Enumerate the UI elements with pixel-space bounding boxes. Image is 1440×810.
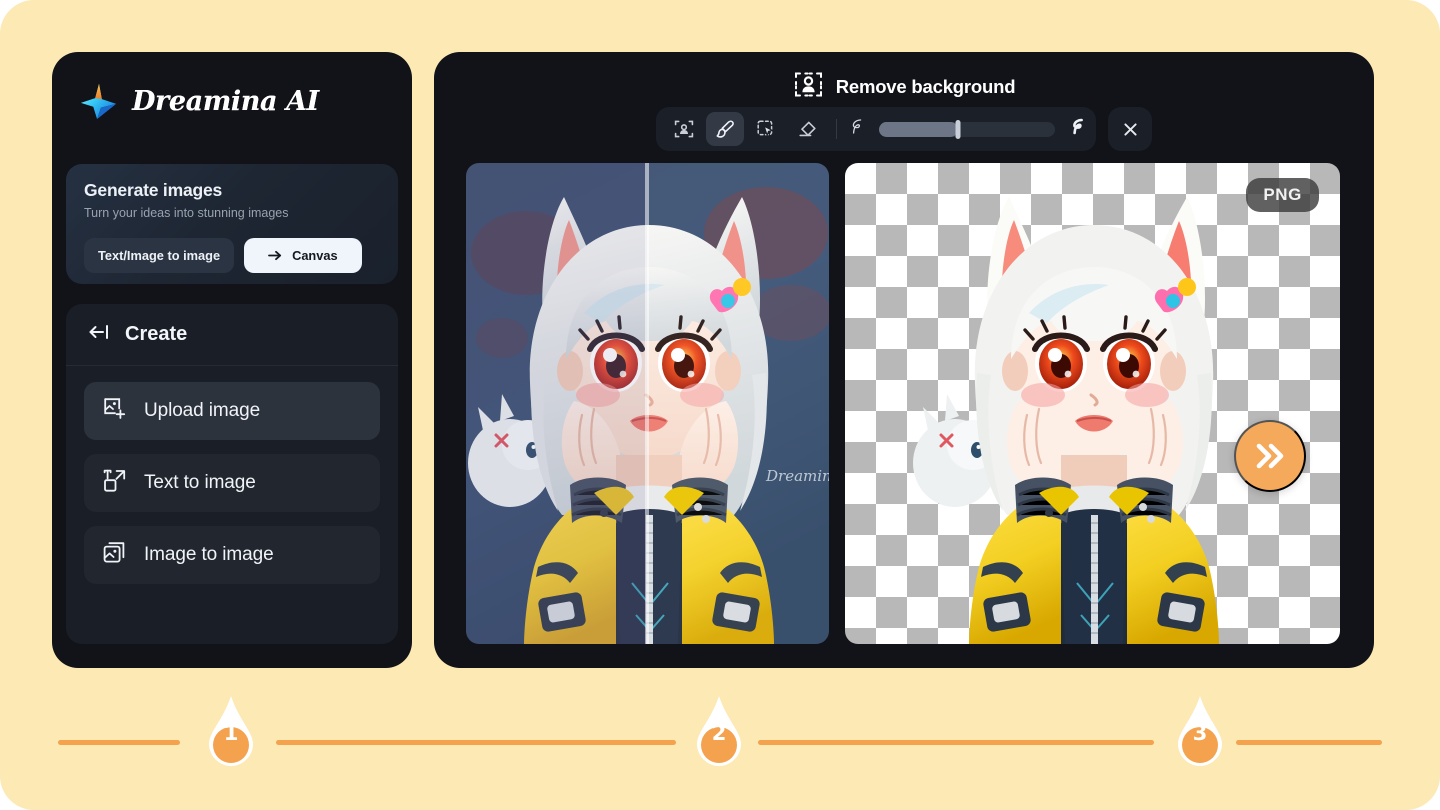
dashed-cursor-icon xyxy=(757,120,773,136)
text-image-to-image-button[interactable]: Text/Image to image xyxy=(84,238,235,273)
back-to-bar-icon[interactable] xyxy=(88,323,111,346)
eraser-icon xyxy=(798,121,816,136)
editor-title: Remove background xyxy=(835,76,1016,97)
text-to-image-icon xyxy=(102,468,127,498)
thick-stroke-icon xyxy=(1068,117,1087,141)
create-option-upload-image[interactable]: Upload image xyxy=(84,382,380,440)
create-option-label: Text to image xyxy=(144,472,256,493)
create-option-text-to-image[interactable]: Text to image xyxy=(84,454,380,512)
step-marker-2[interactable]: 2 xyxy=(691,694,747,774)
before-after-preview[interactable]: Dreamina xyxy=(466,163,829,644)
create-option-image-to-image[interactable]: Image to image xyxy=(84,526,380,584)
sidebar: Dreamina AI Generate images Turn your id… xyxy=(52,52,412,668)
editor-panel: Remove background Dreami PNG xyxy=(434,52,1374,668)
brand-logo[interactable]: Dreamina AI xyxy=(78,80,319,122)
step-number: 2 xyxy=(711,721,727,745)
transfer-to-result-button[interactable] xyxy=(1234,420,1306,492)
step-connector-line xyxy=(758,740,1154,745)
create-option-label: Image to image xyxy=(144,544,274,565)
brush-size-fill xyxy=(879,121,959,137)
magic-select-tool[interactable] xyxy=(747,112,785,146)
close-button[interactable] xyxy=(1108,107,1152,151)
person-in-selection-icon xyxy=(793,69,824,105)
auto-subject-select-tool[interactable] xyxy=(665,112,703,146)
step-progress: 1 2 3 xyxy=(0,694,1440,794)
step-number: 1 xyxy=(223,721,239,745)
step-number: 3 xyxy=(1192,721,1208,745)
brush-tool[interactable] xyxy=(706,112,744,146)
canvas-button-label: Canvas xyxy=(292,248,338,263)
svg-text:Dreamina: Dreamina xyxy=(765,467,829,485)
double-chevron-right-icon xyxy=(1256,443,1284,469)
create-panel-title: Create xyxy=(125,323,188,345)
create-options-list: Upload image Text to image Image to imag… xyxy=(66,366,398,584)
editor-toolbar-row xyxy=(434,107,1374,151)
create-option-label: Upload image xyxy=(144,400,261,421)
editor-header: Remove background xyxy=(434,69,1374,105)
editor-toolbar xyxy=(656,107,1096,151)
sparkle-star-icon xyxy=(78,80,120,122)
generate-card-actions: Text/Image to image Canvas xyxy=(84,238,362,273)
thin-stroke-icon xyxy=(847,117,866,141)
generate-images-card: Generate images Turn your ideas into stu… xyxy=(66,164,398,284)
step-connector-line xyxy=(276,740,676,745)
eraser-tool[interactable] xyxy=(788,112,826,146)
image-stack-icon xyxy=(102,540,127,570)
paintbrush-icon xyxy=(716,119,734,138)
person-in-frame-icon xyxy=(674,120,694,138)
close-x-icon xyxy=(1123,122,1137,136)
brush-size-slider[interactable] xyxy=(879,119,1055,139)
step-marker-1[interactable]: 1 xyxy=(203,694,259,774)
arrow-right-icon xyxy=(268,250,282,261)
step-connector-line xyxy=(58,740,180,745)
transparent-result-preview[interactable]: PNG xyxy=(845,163,1340,644)
step-connector-line xyxy=(1236,740,1382,745)
create-panel-header: Create xyxy=(66,304,398,366)
toolbar-divider xyxy=(836,119,837,139)
app-root: Dreamina AI Generate images Turn your id… xyxy=(0,0,1440,810)
generate-images-subtitle: Turn your ideas into stunning images xyxy=(84,206,289,220)
png-format-badge: PNG xyxy=(1246,178,1319,212)
brush-size-thumb[interactable] xyxy=(955,119,961,139)
step-marker-3[interactable]: 3 xyxy=(1172,694,1228,774)
brand-name: Dreamina AI xyxy=(132,85,319,117)
canvas-button[interactable]: Canvas xyxy=(244,238,362,273)
image-plus-icon xyxy=(102,396,127,426)
create-panel: Create Upload image Text to image Image … xyxy=(66,304,398,644)
generate-images-title: Generate images xyxy=(84,180,223,200)
